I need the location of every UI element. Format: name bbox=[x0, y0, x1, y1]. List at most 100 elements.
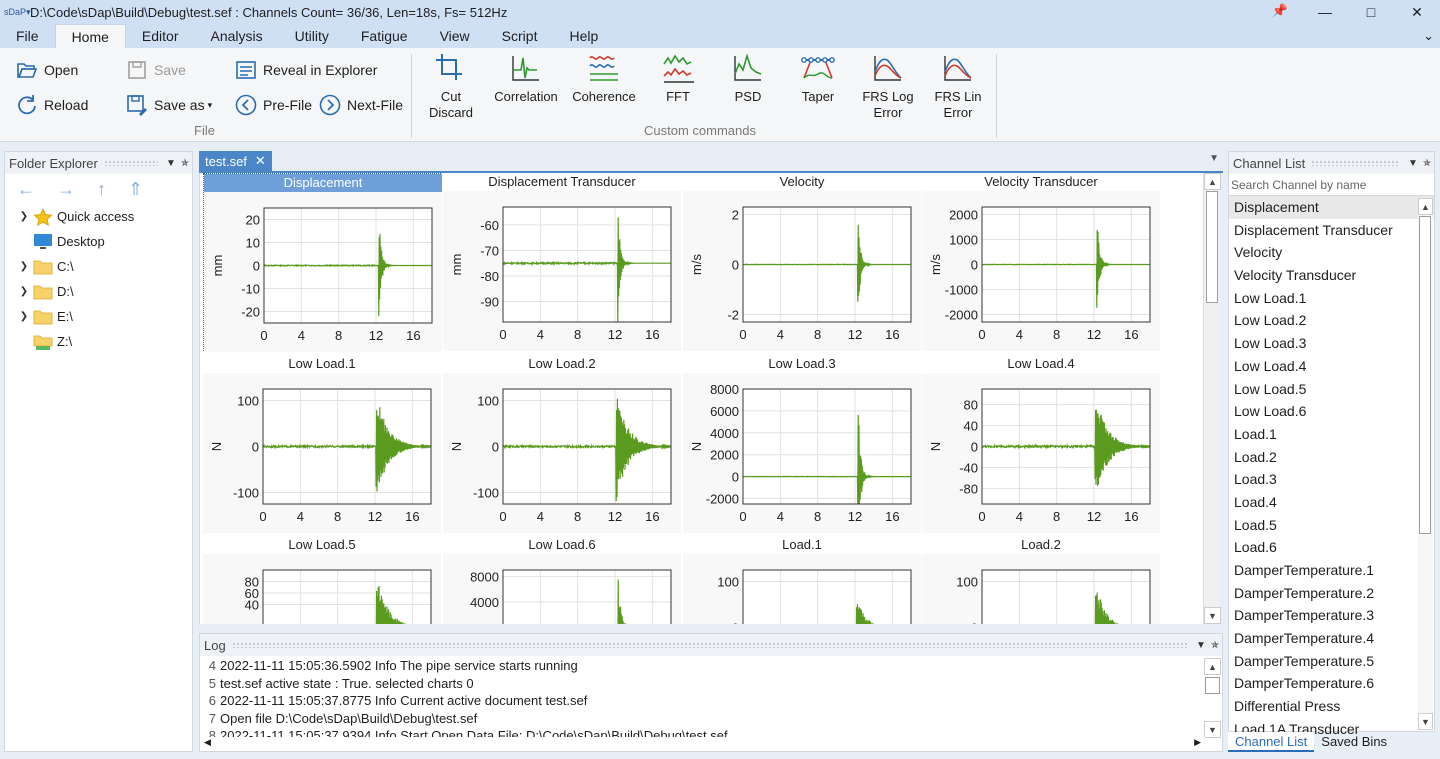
drag-handle[interactable] bbox=[231, 642, 1188, 648]
chart-vertical-scrollbar[interactable]: ▲ ▼ bbox=[1203, 173, 1221, 624]
folder-tree-item[interactable]: ❯ Quick access bbox=[5, 204, 192, 229]
channel-list-item[interactable]: Low Load.6 bbox=[1229, 400, 1434, 423]
fft-button[interactable]: FFT bbox=[640, 52, 716, 105]
open-button[interactable]: Open bbox=[14, 57, 78, 83]
close-tab-icon[interactable]: ✕ bbox=[255, 153, 266, 169]
chevron-right-icon[interactable]: ❯ bbox=[15, 286, 33, 297]
chart-panel[interactable]: 2000 1000 0 -1000 -2000 0 4 8 12 16 m/s Velocity Tr… bbox=[922, 173, 1160, 351]
scroll-left-arrow-icon[interactable]: ◀ bbox=[204, 737, 211, 748]
chart-panel[interactable]: 8000 4000 Low Load.6 bbox=[443, 536, 681, 624]
save-as-button[interactable]: Save as ▾ bbox=[124, 92, 212, 118]
channel-list-item[interactable]: Low Load.1 bbox=[1229, 287, 1434, 310]
reveal-in-explorer-button[interactable]: Reveal in Explorer bbox=[233, 57, 377, 83]
log-horizontal-scrollbar[interactable]: ◀ ▶ bbox=[200, 737, 1205, 751]
folder-tree-item[interactable]: Z:\ bbox=[5, 329, 192, 354]
channel-list-item[interactable]: Displacement Transducer bbox=[1229, 219, 1434, 242]
scroll-down-arrow-icon[interactable]: ▼ bbox=[1204, 721, 1221, 738]
channel-list-item[interactable]: Load.6 bbox=[1229, 536, 1434, 559]
channel-list-item[interactable]: Velocity Transducer bbox=[1229, 264, 1434, 287]
channel-list-item[interactable]: DamperTemperature.3 bbox=[1229, 604, 1434, 627]
pre-file-button[interactable]: Pre-File bbox=[233, 92, 312, 118]
frs-log-button[interactable]: FRS Log Error bbox=[850, 52, 926, 121]
frs-lin-button[interactable]: FRS Lin Error bbox=[920, 52, 996, 121]
menu-fatigue[interactable]: Fatigue bbox=[345, 24, 424, 48]
chevron-right-icon[interactable]: ❯ bbox=[15, 211, 33, 222]
chart-plot[interactable]: 200010000-1000-20000 4 8 12 16m/s bbox=[922, 173, 1160, 351]
pin-icon[interactable]: 📌 bbox=[1272, 3, 1288, 19]
channel-list-item[interactable]: Load.5 bbox=[1229, 514, 1434, 537]
dropdown-arrow-icon[interactable]: ▼ bbox=[1406, 158, 1420, 169]
tab-channel-list[interactable]: Channel List bbox=[1228, 732, 1315, 752]
pin-icon[interactable]: ✯ bbox=[1420, 158, 1434, 169]
chevron-right-icon[interactable]: ❯ bbox=[15, 261, 33, 272]
coherence-button[interactable]: Coherence bbox=[566, 52, 642, 105]
menu-file[interactable]: File bbox=[0, 24, 55, 48]
chart-panel[interactable]: 80 60 40 Low Load.5 bbox=[203, 536, 441, 624]
scroll-up-arrow-icon[interactable]: ▲ bbox=[1418, 198, 1433, 215]
menu-help[interactable]: Help bbox=[553, 24, 614, 48]
close-button[interactable]: ✕ bbox=[1394, 0, 1440, 24]
chart-plot[interactable]: 80400-40-800 4 8 12 16N bbox=[922, 355, 1160, 533]
chart-panel[interactable]: 20 10 0 -10 -20 0 4 8 12 16 mm Displacement bbox=[203, 173, 442, 352]
chart-panel[interactable]: 8000 6000 4000 2000 0 -2000 0 4 8 12 16 N Low Load.3 bbox=[683, 355, 921, 533]
reload-button[interactable]: Reload bbox=[14, 92, 88, 118]
chart-panel[interactable]: 80 40 0 -40 -80 0 4 8 12 16 N Low Load.4 bbox=[922, 355, 1160, 533]
collapse-all-icon[interactable]: ⇑ bbox=[128, 179, 143, 200]
channel-list-item[interactable]: Low Load.4 bbox=[1229, 355, 1434, 378]
scroll-right-arrow-icon[interactable]: ▶ bbox=[1194, 737, 1201, 748]
log-vertical-scrollbar[interactable]: ▲ ▼ bbox=[1204, 658, 1221, 738]
chart-plot[interactable]: 1000-1000 4 8 12 16N bbox=[203, 355, 441, 533]
channel-list-item[interactable]: Load.4 bbox=[1229, 491, 1434, 514]
channel-list-item[interactable]: Load.2 bbox=[1229, 446, 1434, 469]
menu-view[interactable]: View bbox=[424, 24, 486, 48]
scroll-up-arrow-icon[interactable]: ▲ bbox=[1204, 658, 1221, 675]
channel-list-item[interactable]: DamperTemperature.5 bbox=[1229, 650, 1434, 673]
scroll-down-arrow-icon[interactable]: ▼ bbox=[1418, 713, 1433, 730]
minimize-button[interactable]: — bbox=[1302, 0, 1348, 24]
chart-panel[interactable]: 100 0 Load.2 bbox=[922, 536, 1160, 624]
scroll-thumb[interactable] bbox=[1206, 191, 1218, 303]
folder-tree-item[interactable]: Desktop bbox=[5, 229, 192, 254]
folder-tree-item[interactable]: ❯ E:\ bbox=[5, 304, 192, 329]
channel-vertical-scrollbar[interactable]: ▲ ▼ bbox=[1418, 198, 1433, 730]
chart-panel[interactable]: 100 0 Load.1 bbox=[683, 536, 921, 624]
chart-panel[interactable]: 100 0 -100 0 4 8 12 16 N Low Load.1 bbox=[203, 355, 441, 533]
next-file-button[interactable]: Next-File bbox=[317, 92, 403, 118]
ribbon-collapse-icon[interactable]: ⌄ bbox=[1423, 28, 1434, 44]
chart-plot[interactable]: 1000-1000 4 8 12 16N bbox=[443, 355, 681, 533]
scroll-up-arrow-icon[interactable]: ▲ bbox=[1204, 173, 1221, 190]
tab-saved-bins[interactable]: Saved Bins bbox=[1314, 732, 1394, 752]
back-arrow-icon[interactable]: ← bbox=[17, 179, 35, 200]
channel-list-item[interactable]: Low Load.3 bbox=[1229, 332, 1434, 355]
taper-button[interactable]: Taper bbox=[780, 52, 856, 105]
channel-list-item[interactable]: Velocity bbox=[1229, 241, 1434, 264]
document-tab[interactable]: test.sef ✕ bbox=[199, 151, 272, 171]
channel-list-item[interactable]: Low Load.2 bbox=[1229, 309, 1434, 332]
channel-list-item[interactable]: Low Load.5 bbox=[1229, 378, 1434, 401]
save-button[interactable]: Save bbox=[124, 57, 186, 83]
scroll-down-arrow-icon[interactable]: ▼ bbox=[1204, 607, 1221, 624]
dropdown-arrow-icon[interactable]: ▼ bbox=[1194, 640, 1208, 651]
drag-handle[interactable] bbox=[103, 160, 158, 166]
scroll-thumb[interactable] bbox=[1205, 677, 1220, 694]
chart-plot[interactable]: 20-20 4 8 12 16m/s bbox=[683, 173, 921, 351]
tab-menu-icon[interactable]: ▼ bbox=[1209, 153, 1219, 164]
drag-handle[interactable] bbox=[1311, 160, 1400, 166]
chart-plot[interactable]: 80006000400020000-20000 4 8 12 16N bbox=[683, 355, 921, 533]
scroll-thumb[interactable] bbox=[1419, 216, 1431, 534]
channel-list-item[interactable]: DamperTemperature.2 bbox=[1229, 582, 1434, 605]
chart-panel[interactable]: -60 -70 -80 -90 0 4 8 12 16 mm Displacement Transd… bbox=[443, 173, 681, 351]
menu-utility[interactable]: Utility bbox=[279, 24, 345, 48]
chart-plot[interactable]: -60 -70 -80 -90 0 4 8 12 16 mm bbox=[443, 173, 681, 351]
channel-list-item[interactable]: Differential Press bbox=[1229, 695, 1434, 718]
maximize-button[interactable]: □ bbox=[1348, 0, 1394, 24]
app-icon[interactable]: sDaP ▾ bbox=[4, 4, 31, 20]
psd-button[interactable]: PSD bbox=[710, 52, 786, 105]
menu-editor[interactable]: Editor bbox=[126, 24, 195, 48]
channel-search-input[interactable]: Search Channel by name bbox=[1229, 174, 1434, 196]
channel-list-item[interactable]: DamperTemperature.1 bbox=[1229, 559, 1434, 582]
crop-button[interactable]: Cut Discard bbox=[413, 52, 489, 121]
channel-list-item[interactable]: DamperTemperature.4 bbox=[1229, 627, 1434, 650]
folder-tree-item[interactable]: ❯ C:\ bbox=[5, 254, 192, 279]
pin-icon[interactable]: ✯ bbox=[1208, 640, 1222, 651]
